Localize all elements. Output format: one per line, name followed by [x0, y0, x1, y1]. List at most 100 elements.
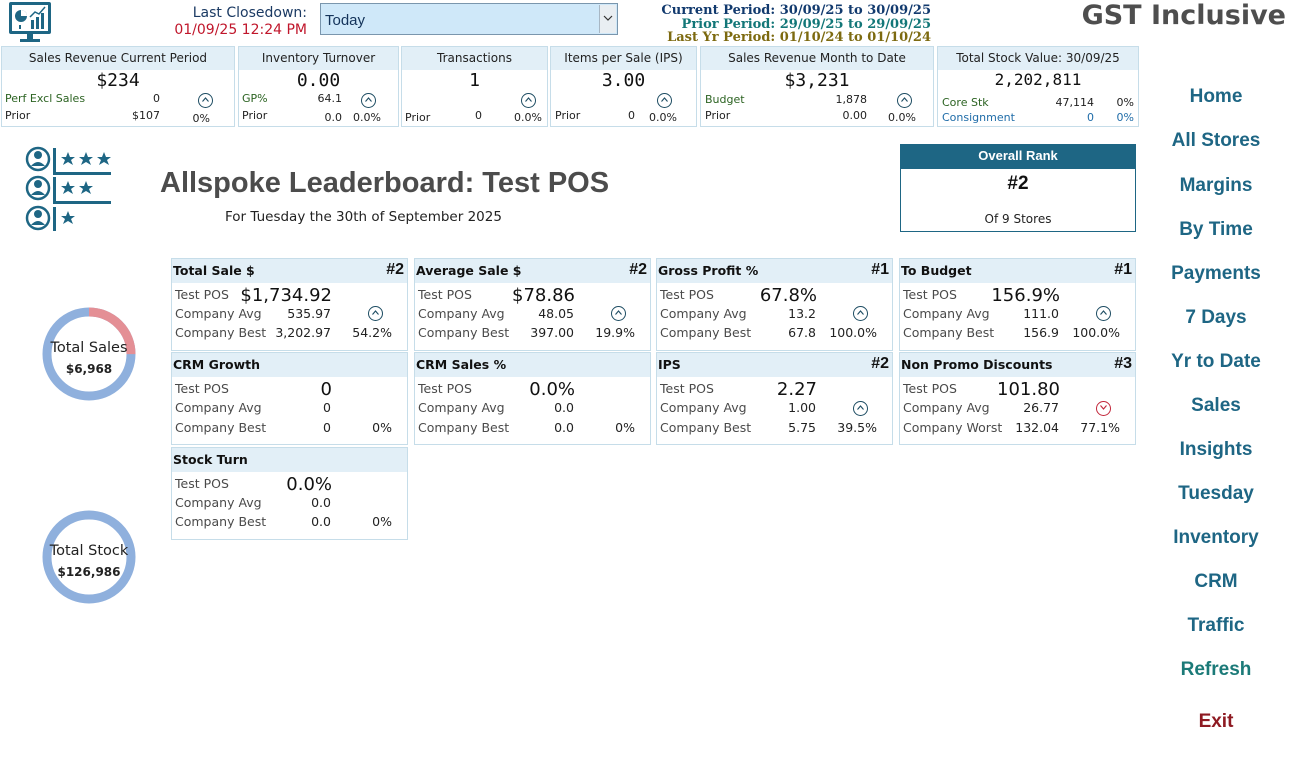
core-stk-pct: 0% — [1116, 96, 1134, 109]
consignment-pct: 0% — [1116, 111, 1134, 124]
prior-value: 0.00 — [842, 109, 868, 122]
card-gross-profit: Gross Profit % #1 Test POS 67.8% Company … — [656, 258, 893, 351]
store-label: Test POS — [418, 381, 472, 396]
refresh-button[interactable]: Refresh — [1140, 659, 1292, 681]
prior-label: Prior — [555, 109, 581, 122]
card-title: CRM Growth — [173, 357, 261, 372]
nav-all-stores[interactable]: All Stores — [1140, 130, 1292, 152]
nav-sales[interactable]: Sales — [1140, 395, 1292, 417]
avg-value: 26.77 — [1023, 400, 1059, 415]
kpi-items-per-sale: Items per Sale (IPS) 3.00 Prior 0 0.0% — [550, 46, 697, 127]
consignment-value: 0 — [1087, 111, 1094, 124]
card-title: Total Sale $ — [173, 263, 255, 278]
nav-by-time[interactable]: By Time — [1140, 219, 1292, 241]
store-value: 156.9% — [991, 285, 1060, 306]
nav-crm[interactable]: CRM — [1140, 571, 1292, 593]
kpi-sales-revenue: Sales Revenue Current Period $234 Perf E… — [1, 46, 235, 127]
gst-inclusive-label: GST Inclusive — [1081, 0, 1286, 31]
donut-value: $126,986 — [57, 565, 121, 579]
avg-label: Company Avg — [660, 400, 747, 415]
prior-pct: 0.0% — [514, 111, 542, 124]
prior-value: 0.0 — [324, 111, 343, 124]
kpi-title: Sales Revenue Month to Date — [701, 47, 933, 70]
chevron-up-circle-icon — [1096, 306, 1111, 321]
avg-label: Company Avg — [660, 306, 747, 321]
prior-value: 0 — [475, 109, 482, 122]
dashboard-logo-icon — [7, 1, 53, 43]
nav-traffic[interactable]: Traffic — [1140, 615, 1292, 637]
overall-rank-label: Overall Rank — [901, 145, 1135, 169]
card-title: Average Sale $ — [416, 263, 522, 278]
nav-margins[interactable]: Margins — [1140, 175, 1292, 197]
pct-value: 100.0% — [1072, 325, 1120, 340]
pct-value: 0% — [372, 420, 392, 435]
chevron-up-circle-icon — [853, 306, 868, 321]
best-value: 0.0 — [311, 514, 331, 529]
nav-yr-to-date[interactable]: Yr to Date — [1140, 351, 1292, 373]
overall-rank-panel: Overall Rank #2 Of 9 Stores — [900, 144, 1136, 232]
card-title: To Budget — [901, 263, 972, 278]
overall-rank-value: #2 — [1007, 173, 1029, 194]
budget-value: 1,878 — [835, 93, 868, 106]
best-value: 397.00 — [530, 325, 574, 340]
prior-label: Prior — [405, 111, 431, 124]
avg-label: Company Avg — [175, 400, 262, 415]
budget-label: Budget — [705, 93, 745, 106]
period-select[interactable]: Today — [320, 3, 618, 35]
pct-value: 77.1% — [1080, 420, 1120, 435]
chevron-up-circle-icon — [897, 93, 912, 108]
nav-inventory[interactable]: Inventory — [1140, 527, 1292, 549]
store-label: Test POS — [418, 287, 472, 302]
pct-value: 54.2% — [352, 325, 392, 340]
pct-value: 39.5% — [837, 420, 877, 435]
chevron-down-icon[interactable] — [599, 5, 616, 33]
store-label: Test POS — [175, 287, 229, 302]
chevron-up-circle-icon — [198, 93, 213, 108]
store-label: Test POS — [903, 381, 957, 396]
nav-payments[interactable]: Payments — [1140, 263, 1292, 285]
card-rank: #2 — [629, 261, 647, 278]
worst-label: Company Worst — [903, 420, 1003, 435]
card-ips: IPS #2 Test POS 2.27 Company Avg 1.00 Com… — [656, 352, 893, 445]
store-value: 0 — [320, 379, 332, 400]
nav-tuesday[interactable]: Tuesday — [1140, 483, 1292, 505]
nav-7-days[interactable]: 7 Days — [1140, 307, 1292, 329]
avg-value: 48.05 — [538, 306, 574, 321]
prior-pct: 0.0% — [649, 111, 677, 124]
kpi-month-to-date: Sales Revenue Month to Date $3,231 Budge… — [700, 46, 934, 127]
store-label: Test POS — [175, 381, 229, 396]
best-value: 67.8 — [788, 325, 816, 340]
last-yr-period: Last Yr Period: 01/10/24 to 01/10/24 — [667, 30, 931, 45]
chevron-up-circle-icon — [368, 306, 383, 321]
leaderboard-subtitle: For Tuesday the 30th of September 2025 — [225, 209, 502, 225]
overall-rank-of: Of 9 Stores — [984, 212, 1052, 226]
exit-button[interactable]: Exit — [1140, 711, 1292, 733]
pct-value: 0% — [615, 420, 635, 435]
kpi-title: Total Stock Value: 30/09/25 — [938, 47, 1138, 70]
prior-pct: 0.0% — [353, 111, 381, 124]
nav-home[interactable]: Home — [1140, 86, 1292, 108]
kpi-value: 1 — [469, 70, 480, 91]
store-value: 67.8% — [759, 285, 817, 306]
avg-label: Company Avg — [903, 400, 990, 415]
kpi-inventory-turnover: Inventory Turnover 0.00 GP% 64.1 Prior 0… — [238, 46, 399, 127]
kpi-value: 0.00 — [296, 70, 341, 91]
kpi-value: 2,202,811 — [994, 70, 1082, 89]
gp-label: GP% — [242, 92, 268, 105]
store-label: Test POS — [903, 287, 957, 302]
nav-insights[interactable]: Insights — [1140, 439, 1292, 461]
card-stock-turn: Stock Turn Test POS 0.0% Company Avg 0.0… — [171, 447, 408, 540]
best-label: Company Best — [175, 420, 267, 435]
prior-value: 0 — [628, 109, 635, 122]
perf-excl-label: Perf Excl Sales — [5, 92, 86, 105]
best-label: Company Best — [418, 325, 510, 340]
kpi-title: Inventory Turnover — [239, 47, 398, 70]
store-label: Test POS — [175, 476, 229, 491]
store-value: 0.0% — [529, 379, 575, 400]
avg-label: Company Avg — [903, 306, 990, 321]
donut-title: Total Stock — [49, 543, 129, 559]
prior-label: Prior — [242, 109, 268, 122]
kpi-value: $3,231 — [784, 70, 850, 91]
card-title: Non Promo Discounts — [901, 357, 1053, 372]
card-crm-sales: CRM Sales % Test POS 0.0% Company Avg 0.… — [414, 352, 651, 445]
